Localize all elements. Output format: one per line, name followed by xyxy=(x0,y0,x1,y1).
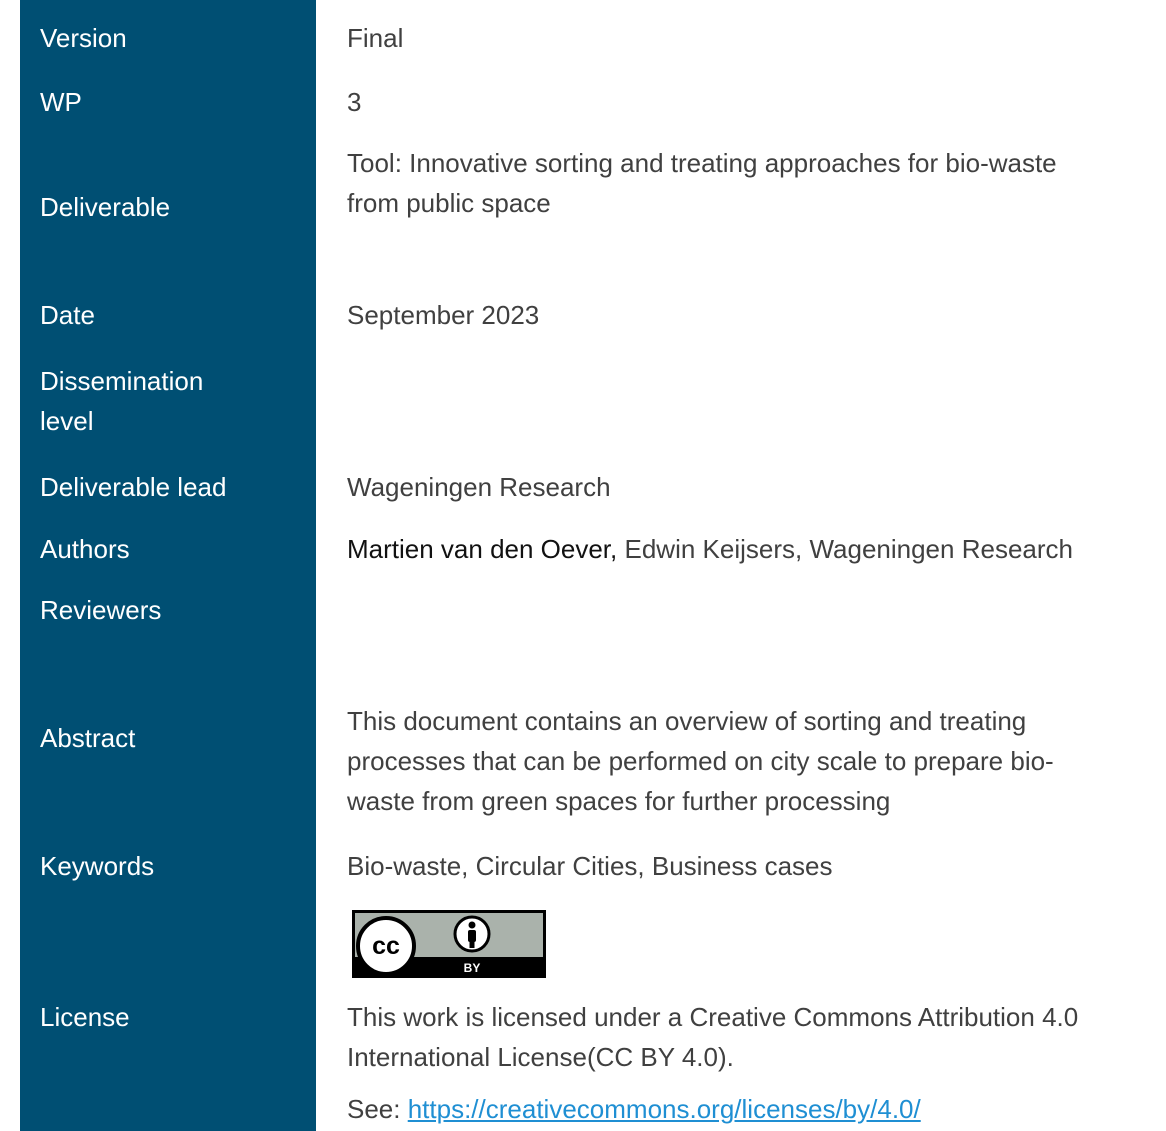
value-date: September 2023 xyxy=(347,300,540,330)
label-version: Version xyxy=(40,23,127,53)
label-abstract: Abstract xyxy=(40,723,136,753)
abstract-line1: This document contains an overview of so… xyxy=(347,706,1027,736)
license-see: See: https://creativecommons.org/license… xyxy=(347,1089,921,1129)
cc-by-license-badge[interactable]: cc BY xyxy=(352,910,546,978)
label-date: Date xyxy=(40,300,95,330)
label-deliverable-lead: Deliverable lead xyxy=(40,472,227,502)
cc-icon: cc xyxy=(356,916,416,976)
cc-icon-text: cc xyxy=(372,932,400,960)
license-line2: International License(CC BY 4.0). xyxy=(347,1042,734,1072)
value-deliverable-line2: from public space xyxy=(347,188,551,218)
label-dissemination: Dissemination xyxy=(40,366,204,396)
value-version: Final xyxy=(347,23,404,53)
label-reviewers: Reviewers xyxy=(40,595,162,625)
cc-by-badge-graphic: cc BY xyxy=(355,913,543,976)
label-dissemination-level: level xyxy=(40,406,94,436)
license-line1: This work is licensed under a Creative C… xyxy=(347,1002,1079,1032)
abstract-line2: processes that can be performed on city … xyxy=(347,746,1054,776)
label-deliverable: Deliverable xyxy=(40,192,171,222)
abstract-line3: waste from green spaces for further proc… xyxy=(347,786,891,816)
label-keywords: Keywords xyxy=(40,851,155,881)
by-label: BY xyxy=(464,961,481,975)
value-wp: 3 xyxy=(347,87,362,117)
other-authors: Edwin Keijsers, Wageningen Research xyxy=(617,534,1073,564)
label-wp: WP xyxy=(40,87,82,117)
value-keywords: Bio-waste, Circular Cities, Business cas… xyxy=(347,851,833,881)
person-icon xyxy=(453,915,491,953)
value-deliverable-line1: Tool: Innovative sorting and treating ap… xyxy=(347,148,1057,178)
see-prefix: See: xyxy=(347,1094,408,1124)
label-license: License xyxy=(40,1002,130,1032)
value-authors: Martien van den Oever, Edwin Keijsers, W… xyxy=(347,529,1073,569)
license-link[interactable]: https://creativecommons.org/licenses/by/… xyxy=(408,1094,921,1124)
value-deliverable-lead: Wageningen Research xyxy=(347,472,611,502)
primary-author: Martien van den Oever, xyxy=(347,534,618,564)
label-authors: Authors xyxy=(40,534,130,564)
